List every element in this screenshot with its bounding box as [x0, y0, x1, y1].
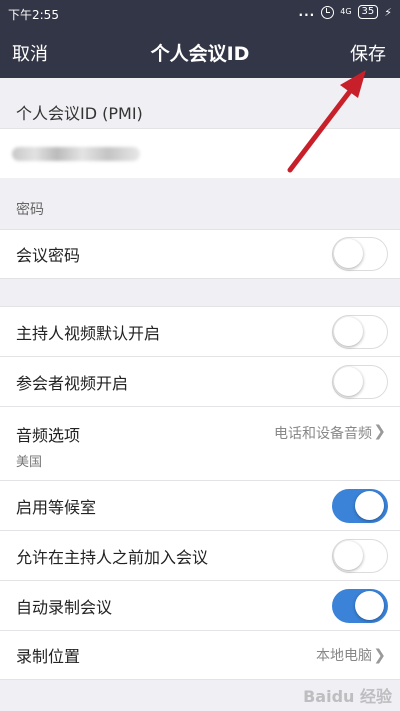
- signal-icon: 4G: [340, 7, 352, 16]
- save-button[interactable]: 保存: [350, 40, 386, 66]
- audio-options-value: 电话和设备音频: [274, 426, 372, 442]
- status-bar: 下午2:55 ... 4G 35 ⚡: [0, 0, 400, 26]
- chevron-right-icon: ❯: [373, 646, 386, 664]
- participant-video-toggle[interactable]: [332, 364, 388, 399]
- toggle-knob: [334, 239, 363, 268]
- toggle-knob: [334, 366, 363, 396]
- waiting-room-label: 启用等候室: [16, 497, 97, 517]
- audio-options-row[interactable]: 音频选项 电话和设备音频 ❯ 美国: [0, 406, 400, 480]
- participant-video-row[interactable]: 参会者视频开启: [0, 356, 400, 406]
- charging-icon: ⚡: [384, 5, 392, 19]
- audio-options-subtitle: 美国: [16, 455, 43, 470]
- meeting-password-toggle[interactable]: [332, 237, 388, 271]
- status-time: 下午2:55: [8, 8, 59, 22]
- page-title: 个人会议ID: [150, 43, 250, 65]
- chevron-right-icon: ❯: [373, 422, 386, 440]
- record-location-value: 本地电脑: [316, 648, 372, 664]
- waiting-room-row[interactable]: 启用等候室: [0, 480, 400, 530]
- toggle-knob: [355, 490, 384, 520]
- auto-record-toggle[interactable]: [332, 588, 388, 623]
- cancel-button[interactable]: 取消: [12, 40, 48, 66]
- password-section-header: 密码: [16, 202, 44, 218]
- toggle-knob: [355, 590, 384, 620]
- more-dots-icon: ...: [298, 5, 316, 19]
- auto-record-label: 自动录制会议: [16, 597, 113, 617]
- record-location-label: 录制位置: [16, 647, 81, 666]
- nav-bar: 取消 个人会议ID 保存: [0, 26, 400, 78]
- meeting-password-row[interactable]: 会议密码: [0, 229, 400, 279]
- watermark: Baidu 经验: [303, 687, 392, 706]
- alarm-icon: [321, 5, 335, 19]
- join-before-host-label: 允许在主持人之前加入会议: [16, 547, 209, 567]
- host-video-toggle[interactable]: [332, 314, 388, 349]
- waiting-room-toggle[interactable]: [332, 488, 388, 523]
- status-icons: ... 4G 35 ⚡: [299, 5, 392, 19]
- pmi-value-blurred: [12, 147, 140, 161]
- record-location-row[interactable]: 录制位置 本地电脑 ❯: [0, 630, 400, 680]
- battery-icon: 35: [357, 5, 379, 19]
- host-video-row[interactable]: 主持人视频默认开启: [0, 306, 400, 356]
- pmi-value-row: [0, 128, 400, 178]
- host-video-label: 主持人视频默认开启: [16, 323, 161, 343]
- join-before-host-toggle[interactable]: [332, 538, 388, 573]
- toggle-knob: [334, 540, 363, 570]
- audio-options-label: 音频选项: [16, 426, 81, 445]
- toggle-knob: [334, 316, 363, 346]
- meeting-password-label: 会议密码: [16, 246, 81, 265]
- participant-video-label: 参会者视频开启: [16, 373, 129, 393]
- pmi-section-header: 个人会议ID (PMI): [16, 104, 143, 123]
- join-before-host-row[interactable]: 允许在主持人之前加入会议: [0, 530, 400, 580]
- auto-record-row[interactable]: 自动录制会议: [0, 580, 400, 630]
